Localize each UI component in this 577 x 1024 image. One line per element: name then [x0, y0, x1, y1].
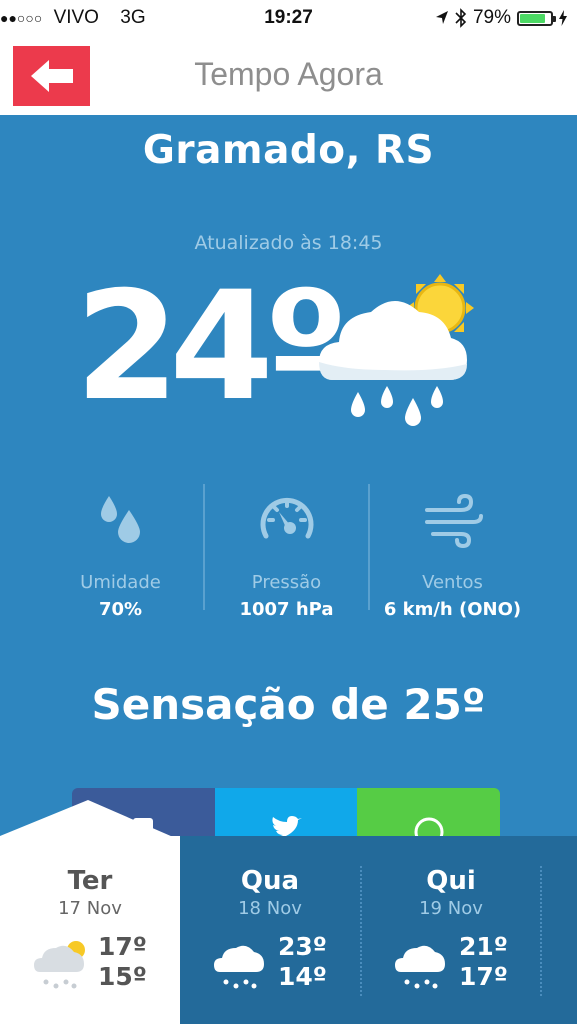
humidity-value: 70%: [98, 599, 143, 620]
humidity-drops-icon: [100, 496, 140, 543]
partly-sunny-rain-icon: [34, 941, 85, 989]
forecast-min-temp: 17º: [459, 962, 508, 991]
forecast-min-temp: 14º: [278, 962, 327, 991]
location-arrow-icon: [435, 11, 448, 24]
bluetooth-icon: [455, 8, 467, 28]
pressure-stat: Pressão 1007 hPa: [204, 490, 369, 620]
status-bar: ●●○○○ VIVO 3G 19:27 79%: [0, 0, 577, 38]
forecast-day-name: Qua: [240, 866, 300, 896]
wind-label: Ventos: [422, 572, 483, 593]
forecast-min-temp: 15º: [98, 962, 147, 991]
city-name: Gramado, RS: [142, 128, 435, 173]
wind-stat: Ventos 6 km/h (ONO): [370, 490, 535, 620]
status-right: 79%: [435, 7, 567, 29]
app-header: Tempo Agora: [0, 38, 577, 115]
updated-time: Atualizado às 18:45: [194, 232, 383, 254]
humidity-label: Umidade: [80, 572, 161, 593]
forecast-divider: [540, 866, 542, 996]
wind-value: 6 km/h (ONO): [383, 599, 522, 620]
forecast-max-temp: 21º: [459, 932, 508, 961]
rain-cloud-icon: [395, 945, 445, 989]
battery-percent: 79%: [472, 7, 511, 28]
wind-icon: [424, 493, 483, 549]
forecast-max-temp: 23º: [278, 932, 327, 961]
forecast-max-temp: 17º: [98, 932, 147, 961]
charging-bolt-icon: [559, 10, 567, 26]
forecast-day-name: Qui: [426, 866, 476, 896]
forecast-day-thu[interactable]: Qui 19 Nov 21º 17º: [361, 836, 541, 1024]
forecast-day-tue[interactable]: Ter 17 Nov 17º 15º: [0, 836, 180, 1024]
humidity-stat: Umidade 70%: [38, 490, 203, 620]
selected-day-tab: [0, 800, 180, 840]
pressure-value: 1007 hPa: [239, 599, 334, 620]
pressure-label: Pressão: [251, 572, 322, 593]
forecast-date: 17 Nov: [58, 898, 122, 919]
forecast-date: 18 Nov: [238, 898, 302, 919]
partly-sunny-rain-icon: [319, 274, 474, 426]
current-temperature: 24º: [75, 260, 348, 434]
battery-icon: [517, 10, 556, 26]
forecast-day-name: Ter: [67, 866, 113, 896]
feels-like: Sensação de 25º: [91, 680, 486, 729]
forecast-date: 19 Nov: [419, 898, 483, 919]
header-title: Tempo Agora: [194, 56, 383, 92]
pressure-gauge-icon: [260, 497, 313, 539]
rain-cloud-icon: [214, 945, 264, 989]
forecast-bar: Ter 17 Nov 17º 15º Qua 18 Nov 23º 14º Qu…: [0, 836, 577, 1024]
forecast-day-wed[interactable]: Qua 18 Nov 23º 14º: [180, 836, 360, 1024]
